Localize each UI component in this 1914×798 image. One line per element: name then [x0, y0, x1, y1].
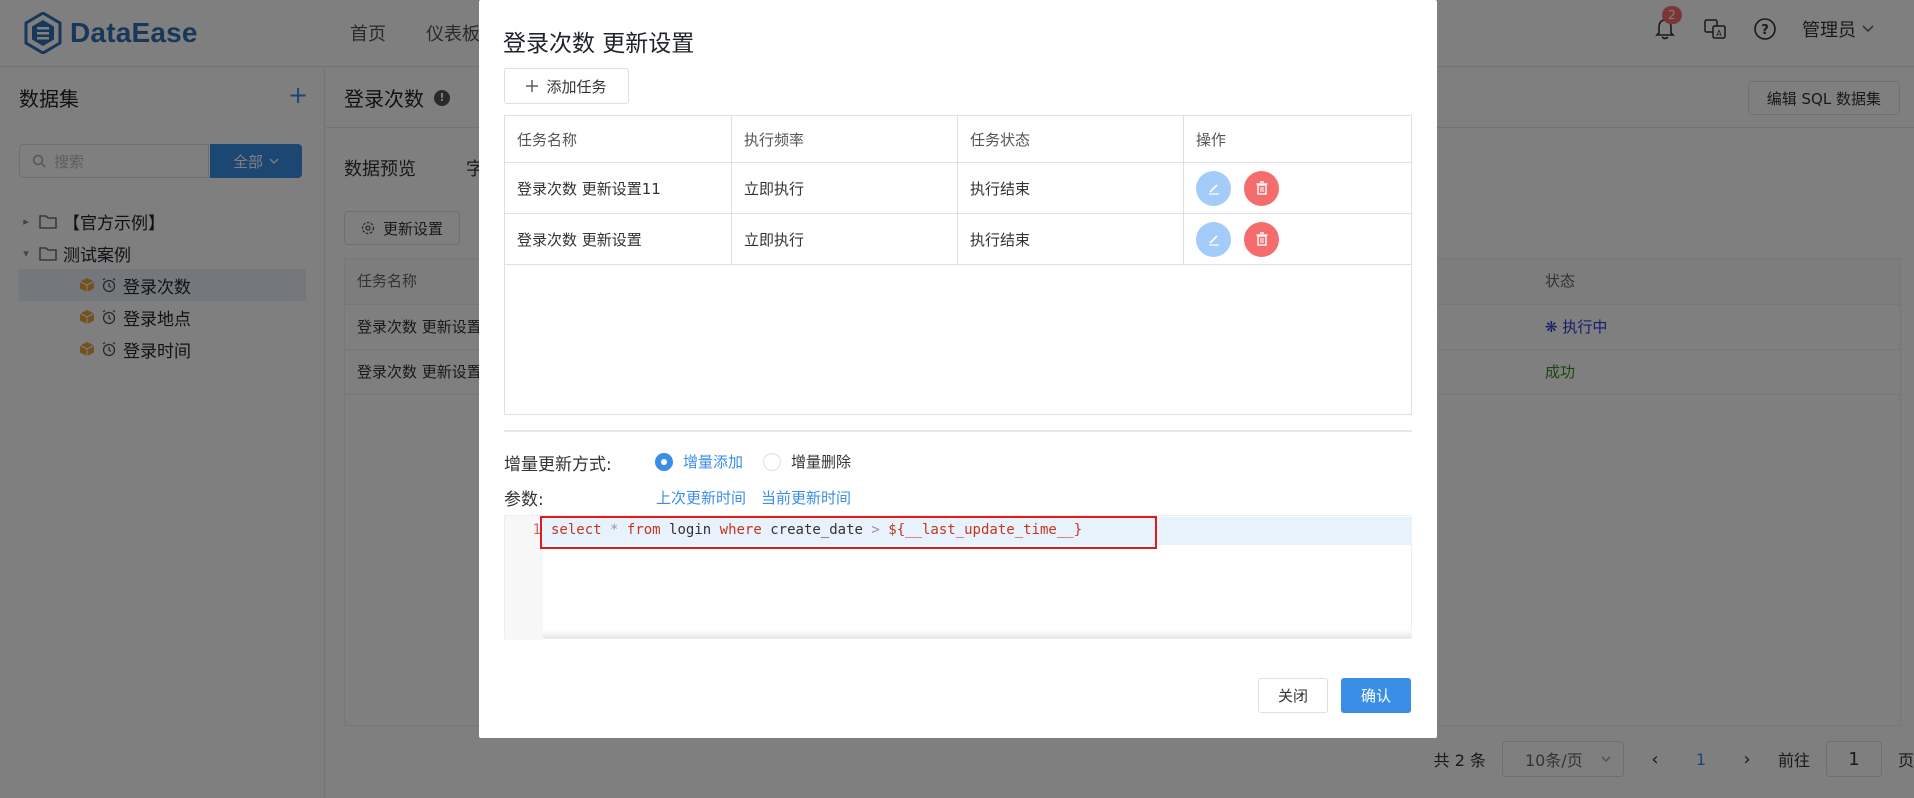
- column-header: 执行频率: [732, 116, 958, 162]
- radio-incremental-delete[interactable]: [763, 452, 782, 471]
- column-header: 任务名称: [505, 116, 732, 162]
- table-header: 任务名称 执行频率 任务状态 操作: [505, 116, 1411, 163]
- task-name: 登录次数 更新设置: [505, 214, 732, 264]
- update-settings-dialog: 登录次数 更新设置 添加任务 任务名称 执行频率 任务状态 操作 登录次数 更新…: [479, 0, 1437, 738]
- sql-editor[interactable]: 1 select * from login where create_date …: [504, 515, 1412, 640]
- radio-label[interactable]: 增量删除: [791, 451, 851, 472]
- task-frequency: 立即执行: [732, 163, 958, 213]
- divider: [504, 430, 1412, 432]
- radio-label[interactable]: 增量添加: [683, 451, 743, 472]
- delete-task-button[interactable]: [1244, 170, 1279, 206]
- table-row: 登录次数 更新设置 立即执行 执行结束: [505, 214, 1411, 265]
- edit-pen-icon: [1208, 235, 1219, 246]
- add-task-label: 添加任务: [546, 77, 607, 96]
- line-number: 1: [532, 522, 541, 538]
- task-status: 执行结束: [958, 163, 1184, 213]
- delete-task-button[interactable]: [1244, 221, 1279, 257]
- dialog-title: 登录次数 更新设置: [503, 31, 695, 57]
- task-status: 执行结束: [958, 214, 1184, 264]
- task-frequency: 立即执行: [732, 214, 958, 264]
- params-label: 参数:: [504, 490, 544, 510]
- trash-icon: [1256, 232, 1267, 246]
- trash-icon: [1256, 181, 1267, 195]
- insert-last-update-time-link[interactable]: 上次更新时间: [656, 487, 746, 508]
- insert-current-update-time-link[interactable]: 当前更新时间: [761, 487, 851, 508]
- incremental-mode-radio-group: 增量添加 增量删除: [655, 451, 851, 472]
- task-table: 任务名称 执行频率 任务状态 操作 登录次数 更新设置11 立即执行 执行结束 …: [504, 115, 1412, 415]
- param-links: 上次更新时间 当前更新时间: [656, 487, 851, 508]
- editor-bottom-shadow: [543, 630, 1412, 638]
- column-header: 任务状态: [958, 116, 1184, 162]
- table-row: 登录次数 更新设置11 立即执行 执行结束: [505, 163, 1411, 214]
- highlight-annotation-box: [540, 516, 1157, 549]
- task-name: 登录次数 更新设置11: [505, 163, 732, 213]
- confirm-button[interactable]: 确认: [1341, 678, 1411, 713]
- column-header: 操作: [1196, 130, 1227, 149]
- plus-icon: [526, 80, 539, 92]
- radio-incremental-add[interactable]: [655, 452, 673, 471]
- edit-task-button[interactable]: [1196, 221, 1231, 257]
- task-actions: [1184, 163, 1411, 213]
- task-actions: [1184, 214, 1411, 264]
- incremental-mode-label: 增量更新方式:: [504, 455, 612, 475]
- edit-pen-icon: [1208, 184, 1219, 195]
- close-button[interactable]: 关闭: [1258, 678, 1328, 713]
- add-task-button[interactable]: 添加任务: [504, 68, 629, 104]
- edit-task-button[interactable]: [1196, 170, 1231, 206]
